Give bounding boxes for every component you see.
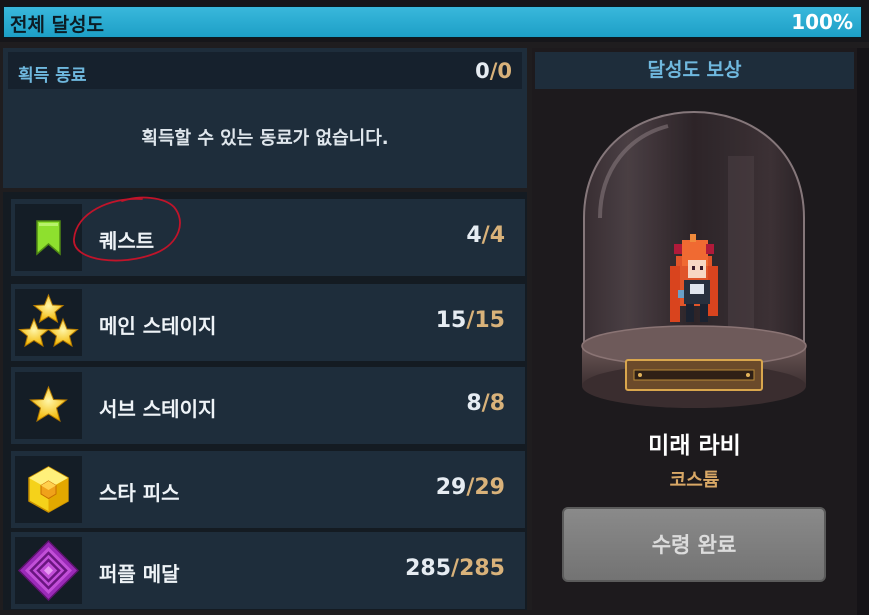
acquired-empty-message: 획득할 수 있는 동료가 없습니다. [141, 128, 389, 149]
overall-progress-value: 100% [791, 10, 853, 34]
three-stars-icon [15, 289, 82, 356]
reward-header: 달성도 보상 [535, 52, 854, 89]
category-label: 퀘스트 [99, 229, 155, 253]
purple-medal-icon [15, 537, 82, 604]
bookmark-icon [15, 204, 82, 271]
category-label: 서브 스테이지 [99, 397, 217, 421]
reward-type: 코스튬 [669, 470, 720, 491]
character-sprite [670, 234, 718, 322]
category-count: 15/15 [435, 308, 505, 333]
category-row-main-stage[interactable]: 메인 스테이지 15/15 [11, 284, 525, 361]
progress-track: 전체 달성도 100% [3, 6, 862, 38]
category-row-quest[interactable]: 퀘스트 4/4 [11, 199, 525, 276]
progress-fill [4, 7, 861, 37]
overall-progress-bar: 전체 달성도 100% [0, 0, 869, 42]
category-row-sub-stage[interactable]: 서브 스테이지 8/8 [11, 367, 525, 444]
overall-progress-label: 전체 달성도 [10, 14, 105, 36]
category-count: 8/8 [466, 391, 505, 416]
category-row-star-piece[interactable]: 스타 피스 29/29 [11, 451, 525, 528]
acquired-companions-title: 획득 동료 [18, 66, 87, 86]
category-label: 메인 스테이지 [99, 314, 217, 338]
star-piece-cube-icon [15, 456, 82, 523]
reward-name: 미래 라비 [648, 433, 741, 459]
acquired-companions-panel: 획득 동료 0/0 획득할 수 있는 동료가 없습니다. [3, 48, 527, 188]
category-label: 퍼플 메달 [99, 562, 180, 586]
category-label: 스타 피스 [99, 481, 180, 505]
category-count: 29/29 [435, 475, 505, 500]
reward-panel: 달성도 보상 미래 라비 코스튬 수령 완료 [532, 48, 857, 610]
claim-complete-button[interactable]: 수령 완료 [562, 507, 826, 582]
category-row-purple-medal[interactable]: 퍼플 메달 285/285 [11, 532, 525, 609]
category-count: 4/4 [466, 223, 505, 248]
star-icon [15, 372, 82, 439]
category-list: 퀘스트 4/4 메인 스테이지 15/15 서브 스테이지 8/8 스타 피스 … [3, 192, 527, 610]
acquired-companions-count: 0/0 [475, 59, 512, 83]
glass-dome-display [581, 110, 807, 408]
acquired-companions-header: 획득 동료 0/0 [8, 52, 522, 89]
category-count: 285/285 [405, 556, 505, 581]
right-edge-strip [857, 48, 869, 615]
